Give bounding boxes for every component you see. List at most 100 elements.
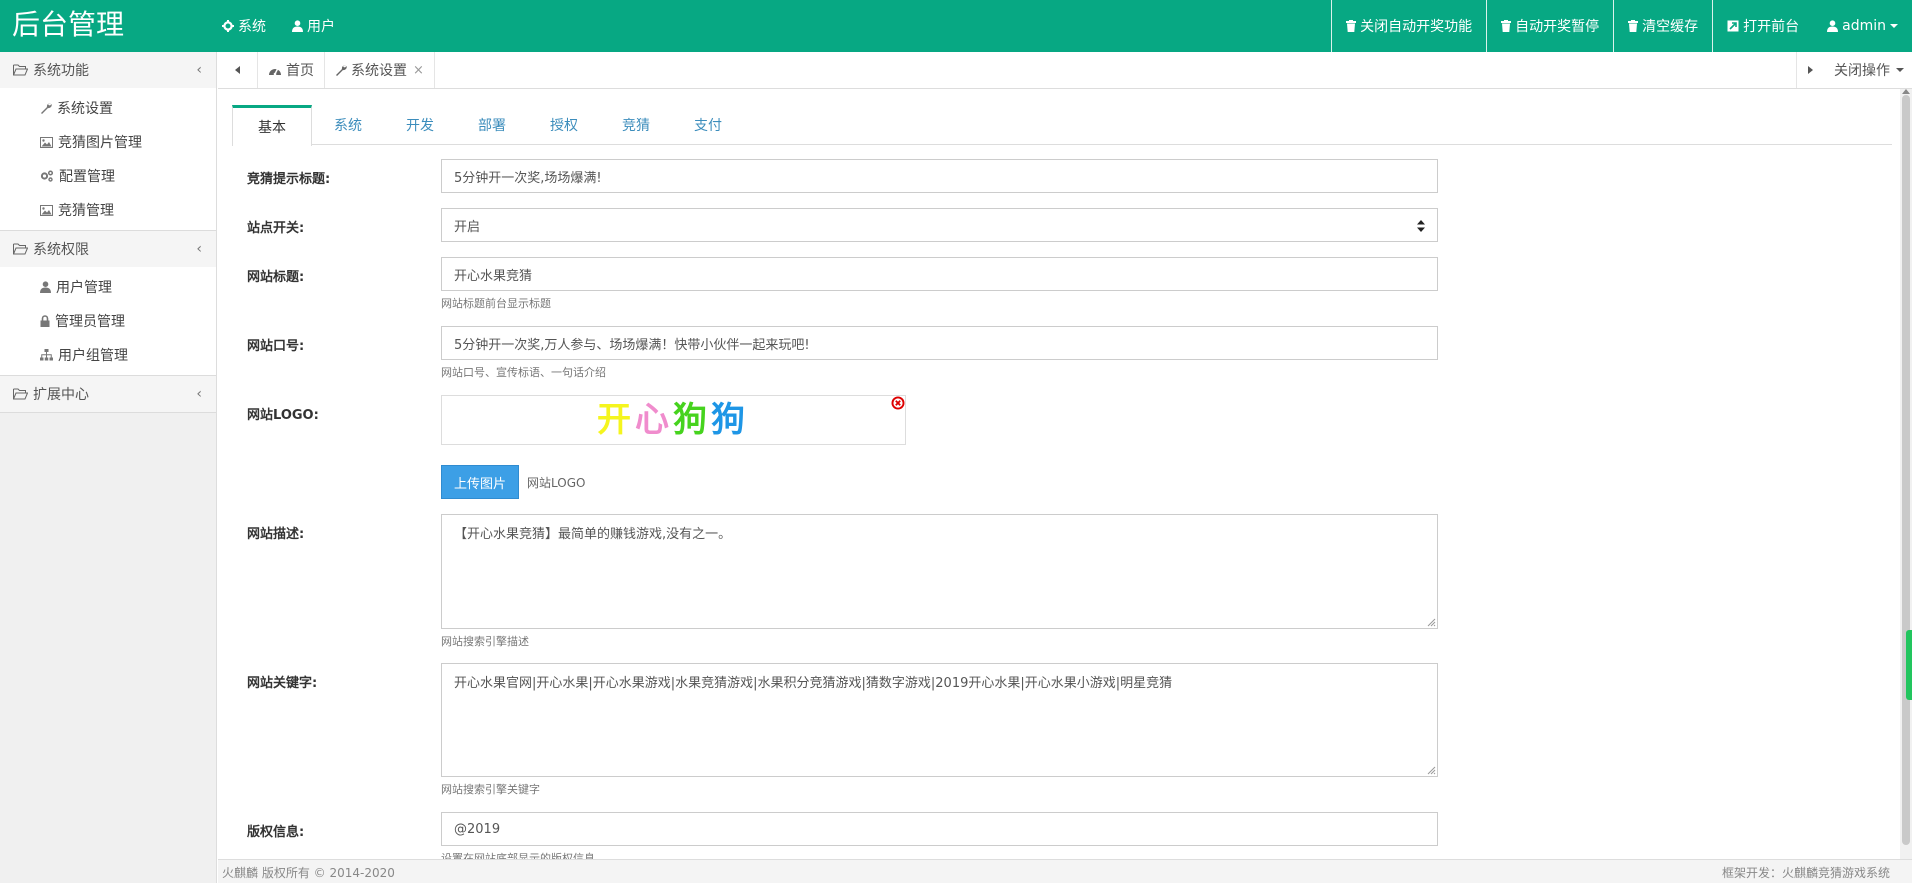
select-updown-icon (1417, 220, 1425, 232)
keywords-value: 开心水果官网|开心水果|开心水果游戏|水果竞猜游戏|水果积分竞猜游戏|猜数字游戏… (454, 676, 1173, 691)
subtab-develop[interactable]: 开发 (384, 105, 456, 145)
remove-logo-icon[interactable] (891, 396, 905, 410)
wrench-icon (41, 103, 52, 114)
scrollbar-thumb[interactable] (1902, 95, 1910, 845)
caret-down-icon (1896, 68, 1904, 72)
sidebar-group-label: 系统功能 (33, 63, 89, 79)
admin-user-menu[interactable]: admin (1813, 0, 1912, 52)
subtab-system[interactable]: 系统 (312, 105, 384, 145)
sidebar-item-user-management[interactable]: 用户管理 (0, 270, 216, 304)
image-icon (40, 204, 53, 216)
slogan-label: 网站口号: (247, 339, 305, 354)
nav-user[interactable]: 用户 (292, 16, 335, 36)
top-header: 后台管理 系统 用户 关闭自动开奖功能 自动开奖暂停 清空缓存 打开前台 adm… (0, 0, 1912, 52)
resize-grip-icon[interactable] (1426, 765, 1436, 775)
sidebar-item-label: 竞猜图片管理 (58, 135, 142, 151)
sidebar-group-extension-center: 扩展中心 ‹ (0, 376, 216, 413)
header-actions: 关闭自动开奖功能 自动开奖暂停 清空缓存 打开前台 admin (1331, 0, 1912, 52)
logo-image: 开心狗狗 (597, 400, 749, 440)
logo-preview: 开心狗狗 (441, 395, 906, 445)
tabs-scroll-right-button[interactable] (1796, 52, 1822, 88)
slogan-input[interactable]: 5分钟开一次奖,万人参与、场场爆满！快带小伙伴一起来玩吧! (441, 326, 1438, 360)
brand-title[interactable]: 后台管理 (12, 7, 124, 43)
nav-system[interactable]: 系统 (222, 16, 266, 36)
subtab-deploy[interactable]: 部署 (456, 105, 528, 145)
page-tab-strip: 首页 系统设置 × 关闭操作 (218, 52, 1912, 89)
site-switch-value: 开启 (454, 219, 481, 235)
wrench-icon (336, 65, 347, 76)
subtab-guess[interactable]: 竞猜 (600, 105, 672, 145)
guess-title-input[interactable]: 5分钟开一次奖,场场爆满! (441, 159, 1438, 193)
sidebar-item-user-group-management[interactable]: 用户组管理 (0, 338, 216, 372)
site-switch-select[interactable]: 开启 (441, 208, 1438, 242)
copyright-input[interactable]: @2019 (441, 812, 1438, 846)
sidebar-group-label: 系统权限 (33, 242, 89, 258)
tab-system-settings[interactable]: 系统设置 × (325, 52, 435, 88)
sidebar-item-label: 用户组管理 (58, 348, 128, 364)
dashboard-icon (269, 68, 281, 75)
nav-user-label: 用户 (307, 19, 335, 35)
user-icon (1827, 20, 1839, 32)
sidebar-group-system-permissions: 系统权限 ‹ 用户管理 管理员管理 用户组管理 (0, 231, 216, 376)
content-scrollbar[interactable] (1900, 89, 1912, 859)
close-operations-label: 关闭操作 (1834, 63, 1890, 79)
sidebar-group-header-system-functions[interactable]: 系统功能 ‹ (0, 52, 216, 88)
clear-cache-button[interactable]: 清空缓存 (1613, 0, 1712, 52)
disable-auto-draw-button[interactable]: 关闭自动开奖功能 (1331, 0, 1486, 52)
logo-upload-hint: 网站LOGO (527, 476, 586, 490)
resize-grip-icon[interactable] (1426, 617, 1436, 627)
sidebar-item-label: 配置管理 (59, 169, 115, 185)
site-switch-label: 站点开关: (247, 221, 305, 236)
sitemap-icon (40, 349, 53, 361)
close-operations-dropdown[interactable]: 关闭操作 (1822, 52, 1912, 88)
sidebar-item-label: 竞猜管理 (58, 203, 114, 219)
subtab-payment[interactable]: 支付 (672, 105, 744, 145)
sidebar-item-label: 用户管理 (56, 280, 112, 296)
folder-open-icon (13, 64, 28, 76)
side-widget-tab[interactable] (1906, 630, 1912, 700)
caret-down-icon (1890, 24, 1898, 28)
sidebar-group-header-extension-center[interactable]: 扩展中心 ‹ (0, 376, 216, 412)
tab-home-label: 首页 (286, 63, 314, 79)
close-icon[interactable]: × (413, 63, 424, 78)
sidebar-item-config-management[interactable]: 配置管理 (0, 159, 216, 193)
scroll-up-icon[interactable] (1902, 89, 1910, 94)
tab-home[interactable]: 首页 (258, 52, 325, 88)
subtab-basic[interactable]: 基本 (232, 105, 312, 146)
sidebar-item-guess-images[interactable]: 竞猜图片管理 (0, 125, 216, 159)
sidebar-item-guess-management[interactable]: 竞猜管理 (0, 193, 216, 227)
description-textarea[interactable]: 【开心水果竞猜】最简单的赚钱游戏,没有之一。 (441, 514, 1438, 629)
sidebar-item-admin-management[interactable]: 管理员管理 (0, 304, 216, 338)
upload-image-button[interactable]: 上传图片 (441, 465, 520, 499)
copyright-label: 版权信息: (247, 825, 305, 840)
nav-system-label: 系统 (238, 19, 266, 35)
description-value: 【开心水果竞猜】最简单的赚钱游戏,没有之一。 (454, 527, 732, 542)
sidebar-group-label: 扩展中心 (33, 387, 89, 403)
tabs-scroll-left-button[interactable] (218, 52, 258, 88)
sidebar-group-header-system-permissions[interactable]: 系统权限 ‹ (0, 231, 216, 267)
sidebar: 系统功能 ‹ 系统设置 竞猜图片管理 配置管理 竞猜管理 系统权限 ‹ 用户管理… (0, 52, 217, 883)
logo-label: 网站LOGO: (247, 408, 319, 423)
folder-open-icon (13, 243, 28, 255)
open-frontend-button[interactable]: 打开前台 (1712, 0, 1813, 52)
pause-auto-draw-button[interactable]: 自动开奖暂停 (1486, 0, 1613, 52)
logo-char: 心 (635, 400, 673, 440)
keywords-help: 网站搜索引擎关键字 (441, 783, 540, 796)
trash-icon (1501, 20, 1512, 32)
keywords-label: 网站关键字: (247, 676, 318, 691)
chevron-left-icon: ‹ (196, 241, 202, 257)
pause-auto-draw-label: 自动开奖暂停 (1515, 19, 1600, 35)
caret-left-icon (234, 66, 240, 74)
tab-system-settings-label: 系统设置 (351, 63, 407, 79)
description-help: 网站搜索引擎描述 (441, 635, 529, 648)
settings-subtabs: 基本 系统 开发 部署 授权 竞猜 支付 (232, 105, 1892, 146)
slogan-help: 网站口号、宣传标语、一句话介绍 (441, 366, 606, 379)
admin-user-label: admin (1842, 18, 1886, 34)
subtab-authorize[interactable]: 授权 (528, 105, 600, 145)
user-icon (40, 281, 51, 293)
sidebar-item-label: 管理员管理 (55, 314, 125, 330)
site-title-input[interactable]: 开心水果竞猜 (441, 257, 1438, 291)
clear-cache-label: 清空缓存 (1642, 19, 1699, 35)
keywords-textarea[interactable]: 开心水果官网|开心水果|开心水果游戏|水果竞猜游戏|水果积分竞猜游戏|猜数字游戏… (441, 663, 1438, 777)
sidebar-item-system-settings[interactable]: 系统设置 (0, 91, 216, 125)
